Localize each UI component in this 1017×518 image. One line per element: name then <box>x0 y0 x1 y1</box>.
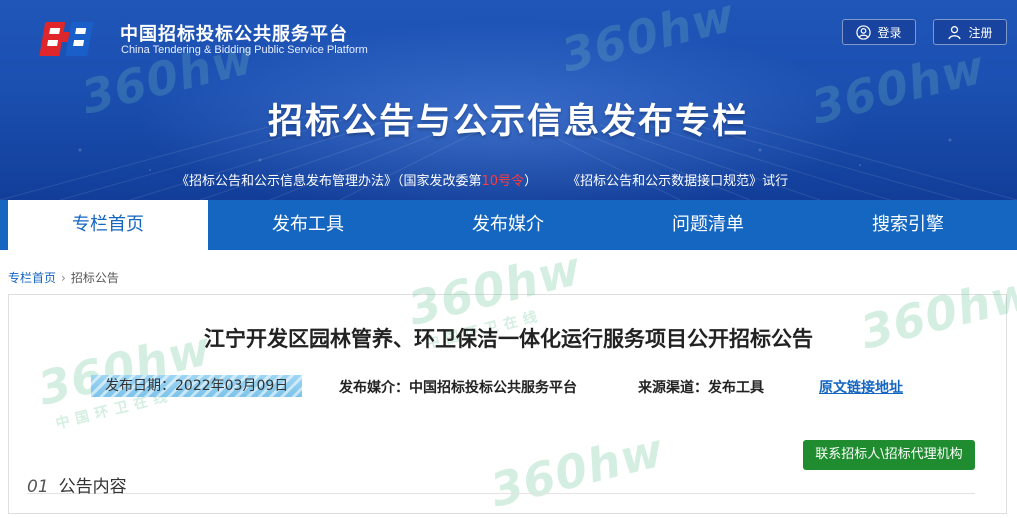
breadcrumb-current: 招标公告 <box>70 271 119 285</box>
contact-tenderer-button[interactable]: 联系招标人\招标代理机构 <box>803 440 975 470</box>
breadcrumb: 专栏首页 › 招标公告 <box>8 269 119 286</box>
notice-text-2: ） <box>524 174 538 189</box>
source-channel-label: 来源渠道： <box>638 380 708 396</box>
section-number: 01 <box>27 477 49 497</box>
nav-item-faq[interactable]: 问题清单 <box>608 200 808 250</box>
site-name-english: China Tendering & Bidding Public Service… <box>121 44 368 56</box>
breadcrumb-home-link[interactable]: 专栏首页 <box>8 271 56 285</box>
nav-item-search-engine[interactable]: 搜索引擎 <box>808 200 1008 250</box>
login-button[interactable]: 登录 <box>842 19 916 45</box>
nav-item-home[interactable]: 专栏首页 <box>8 200 208 250</box>
chevron-right-icon: › <box>61 271 66 285</box>
article-panel: 360hw 中国环卫在线 360hw 中国环卫在线 360hw 360hw 江宁… <box>8 241 1017 518</box>
publish-date-label: 发布日期： <box>105 378 175 394</box>
article-title: 江宁开发区园林管养、环卫保洁一体化运行服务项目公开招标公告 <box>204 327 813 351</box>
watermark: 360hw <box>485 422 669 517</box>
nav-item-publish-media[interactable]: 发布媒介 <box>408 200 608 250</box>
notice-order-number: 10号令 <box>481 174 525 189</box>
section-title: 公告内容 <box>58 477 127 497</box>
publish-media-value: 中国招标投标公共服务平台 <box>409 380 577 396</box>
banner-title-text: 招标公告与公示信息发布专栏 <box>267 102 749 142</box>
source-channel: 来源渠道：发布工具 <box>638 377 764 397</box>
original-link[interactable]: 原文链接地址 <box>819 377 903 397</box>
source-channel-value: 发布工具 <box>708 380 764 396</box>
publish-date-value: 2022年03月09日 <box>175 378 289 394</box>
user-circle-icon <box>856 24 872 40</box>
register-button[interactable]: 注册 <box>933 19 1007 45</box>
nav-item-publish-tools[interactable]: 发布工具 <box>208 200 408 250</box>
banner-title: 招标公告与公示信息发布专栏 <box>0 93 1017 144</box>
user-icon <box>948 25 962 39</box>
regulation-notice: 《招标公告和公示信息发布管理办法》（国家发改委第10号令） 《招标公告和公示数据接… <box>176 170 788 189</box>
watermark-text: 360hw <box>402 240 587 336</box>
section-heading: 01 公告内容 <box>27 472 975 497</box>
watermark-text: 360hw <box>485 422 670 518</box>
main-nav: 专栏首页 发布工具 发布媒介 问题清单 搜索引擎 <box>0 200 1017 250</box>
notice-text-1: 《招标公告和公示信息发布管理办法》（国家发改委第 <box>176 174 482 189</box>
platform-logo[interactable] <box>36 18 106 62</box>
publish-media-label: 发布媒介： <box>339 380 409 396</box>
register-label: 注册 <box>968 25 993 40</box>
publish-media: 发布媒介：中国招标投标公共服务平台 <box>339 377 577 397</box>
site-name: 中国招标投标公共服务平台 <box>120 24 348 45</box>
notice-text-3: 《招标公告和公示数据接口规范》试行 <box>567 174 789 189</box>
publish-date: 发布日期：2022年03月09日 <box>91 375 302 397</box>
header-banner: 360hw 360hw 360hw 中国招标投标公共服务平台 China Ten… <box>0 0 1017 200</box>
login-label: 登录 <box>877 25 902 40</box>
